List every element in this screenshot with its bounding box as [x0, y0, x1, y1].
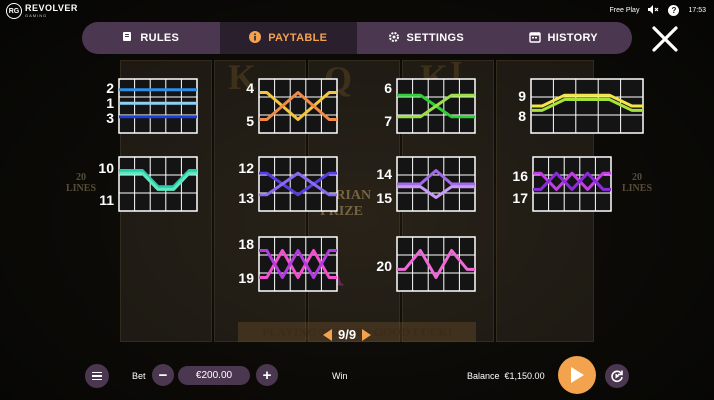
- payline-number: 9: [518, 88, 526, 104]
- payline-number: 7: [384, 113, 392, 129]
- tab-label: PAYTABLE: [268, 32, 328, 44]
- payline-number: 16: [512, 168, 528, 184]
- info-icon: [249, 30, 262, 46]
- play-icon: [571, 367, 584, 383]
- speaker-mute-icon[interactable]: [648, 5, 659, 16]
- payline-diagram: [118, 78, 198, 134]
- bet-value: €200.00: [178, 366, 250, 385]
- tab-paytable[interactable]: PAYTABLE: [219, 22, 357, 54]
- payline-diagram: [258, 236, 338, 292]
- payline-number: 8: [518, 108, 526, 124]
- menu-icon-line: [92, 371, 102, 374]
- payline-diagram: [258, 78, 338, 134]
- payline-number: 17: [512, 190, 528, 206]
- tab-history[interactable]: HISTORY: [495, 22, 633, 54]
- payline-number: 14: [376, 166, 392, 182]
- page-navigator: 9/9: [323, 327, 372, 342]
- autoplay-button[interactable]: [605, 364, 629, 388]
- payline-diagram: [530, 78, 644, 134]
- bet-increase-button[interactable]: +: [256, 364, 278, 386]
- status-bar: Free Play ? 17:53: [609, 5, 706, 16]
- brand-mark: RG: [6, 3, 22, 19]
- clock: 17:53: [688, 7, 706, 14]
- prev-page-button[interactable]: [323, 328, 332, 341]
- payline-number: 2: [106, 80, 114, 96]
- menu-icon-line: [92, 375, 102, 377]
- balance-label: Balance: [467, 371, 500, 381]
- payline-number: 5: [246, 113, 254, 129]
- gear-icon: [388, 31, 400, 46]
- brand-name: REVOLVER: [25, 3, 78, 13]
- close-button[interactable]: [650, 24, 680, 54]
- payline-number: 12: [238, 160, 254, 176]
- tab-label: SETTINGS: [406, 32, 464, 44]
- payline-number: 20: [376, 258, 392, 274]
- payline-number: 10: [98, 160, 114, 176]
- calendar-icon: [528, 31, 541, 46]
- payline-number: 1: [106, 95, 114, 111]
- bet-decrease-button[interactable]: −: [152, 364, 174, 386]
- payline-number: 15: [376, 190, 392, 206]
- autoplay-icon: [611, 370, 623, 383]
- book-icon: [122, 31, 133, 45]
- help-icon[interactable]: ?: [668, 5, 680, 16]
- payline-diagram: [118, 156, 198, 212]
- payline-number: 6: [384, 80, 392, 96]
- spin-button[interactable]: [558, 356, 596, 394]
- play-mode-label: Free Play: [609, 7, 640, 14]
- next-page-button[interactable]: [362, 328, 372, 341]
- bg-side-label: 20 LINES: [622, 172, 653, 194]
- win-label: Win: [332, 371, 348, 381]
- tab-bar: RULES PAYTABLE SETTINGS HISTORY: [82, 22, 632, 54]
- menu-button[interactable]: [85, 364, 109, 388]
- brand-logo: RG REVOLVER GAMING: [6, 3, 78, 19]
- tab-label: HISTORY: [547, 32, 598, 44]
- balance-value: €1,150.00: [504, 371, 545, 381]
- payline-diagram: [258, 156, 338, 212]
- payline-number: 19: [238, 270, 254, 286]
- close-icon: [652, 26, 678, 52]
- payline-number: 18: [238, 236, 254, 252]
- menu-icon-line: [92, 378, 102, 381]
- payline-number: 4: [246, 80, 254, 96]
- payline-number: 3: [106, 110, 114, 126]
- payline-number: 11: [99, 192, 114, 208]
- bet-label: Bet: [132, 371, 146, 381]
- tab-label: RULES: [140, 32, 180, 44]
- payline-diagram: [396, 78, 476, 134]
- payline-diagram: [532, 156, 612, 212]
- tab-settings[interactable]: SETTINGS: [357, 22, 495, 54]
- balance-display: Balance €1,150.00: [467, 371, 545, 381]
- brand-sub: GAMING: [25, 13, 48, 18]
- payline-diagram: [396, 156, 476, 212]
- payline-diagram: [396, 236, 476, 292]
- page-indicator: 9/9: [338, 327, 357, 342]
- payline-number: 13: [238, 190, 254, 206]
- tab-rules[interactable]: RULES: [82, 22, 220, 54]
